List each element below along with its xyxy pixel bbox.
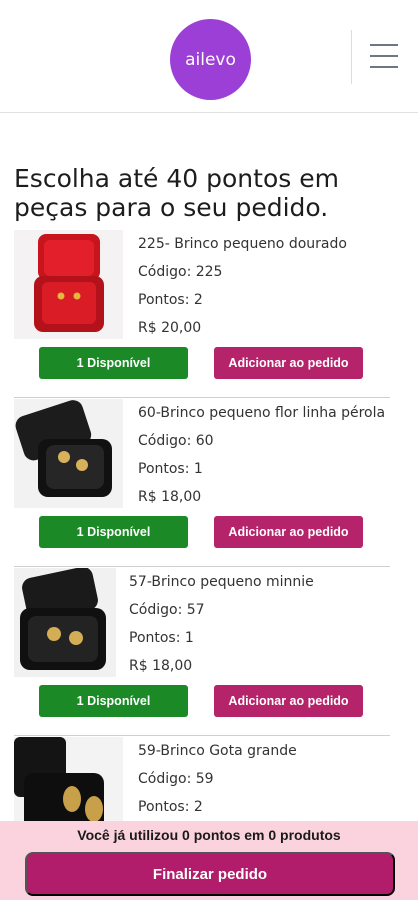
add-to-order-button[interactable]: Adicionar ao pedido: [214, 347, 363, 379]
product-item: 57-Brinco pequeno minnie Código: 57 Pont…: [0, 568, 418, 736]
availability-badge: 1 Disponível: [39, 347, 188, 379]
product-image-black-box-minnie-earrings: [14, 568, 116, 677]
hamburger-menu-icon[interactable]: [370, 42, 400, 70]
product-code: Código: 225: [138, 264, 223, 280]
product-points: Pontos: 2: [138, 799, 203, 815]
product-info: 57-Brinco pequeno minnie Código: 57 Pont…: [129, 568, 314, 680]
product-price: R$ 18,00: [129, 658, 193, 674]
item-divider: [14, 397, 390, 398]
add-to-order-button[interactable]: Adicionar ao pedido: [214, 685, 363, 717]
product-code: Código: 60: [138, 433, 214, 449]
logo-text: ailevo: [185, 49, 236, 70]
product-code: Código: 59: [138, 771, 214, 787]
app-header: ailevo: [0, 0, 418, 113]
product-image-black-box-flower-earrings: [14, 399, 123, 508]
finish-order-button[interactable]: Finalizar pedido: [25, 852, 395, 896]
product-info: 225- Brinco pequeno dourado Código: 225 …: [138, 230, 347, 342]
page-title: Escolha até 40 pontos em peças para o se…: [14, 164, 339, 222]
product-item: 60-Brinco pequeno flor linha pérola Códi…: [0, 399, 418, 567]
points-summary: Você já utilizou 0 pontos em 0 produtos: [77, 827, 341, 843]
product-points: Pontos: 1: [138, 461, 203, 477]
product-item: 225- Brinco pequeno dourado Código: 225 …: [0, 230, 418, 398]
product-price: R$ 18,00: [138, 489, 202, 505]
availability-badge: 1 Disponível: [39, 516, 188, 548]
availability-badge: 1 Disponível: [39, 685, 188, 717]
product-image-red-box-earrings: [14, 230, 123, 339]
product-points: Pontos: 2: [138, 292, 203, 308]
item-divider: [14, 735, 390, 736]
product-info: 59-Brinco Gota grande Código: 59 Pontos:…: [138, 737, 297, 821]
product-title: 59-Brinco Gota grande: [138, 743, 297, 759]
product-price: R$ 20,00: [138, 320, 202, 336]
add-to-order-button[interactable]: Adicionar ao pedido: [214, 516, 363, 548]
product-points: Pontos: 1: [129, 630, 194, 646]
product-title: 225- Brinco pequeno dourado: [138, 236, 347, 252]
item-divider: [14, 566, 390, 567]
header-divider: [351, 30, 352, 84]
product-info: 60-Brinco pequeno flor linha pérola Códi…: [138, 399, 385, 511]
brand-logo[interactable]: ailevo: [170, 19, 251, 100]
product-title: 57-Brinco pequeno minnie: [129, 574, 314, 590]
product-code: Código: 57: [129, 602, 205, 618]
product-title: 60-Brinco pequeno flor linha pérola: [138, 405, 386, 421]
order-summary-bar: Você já utilizou 0 pontos em 0 produtos …: [0, 821, 418, 900]
